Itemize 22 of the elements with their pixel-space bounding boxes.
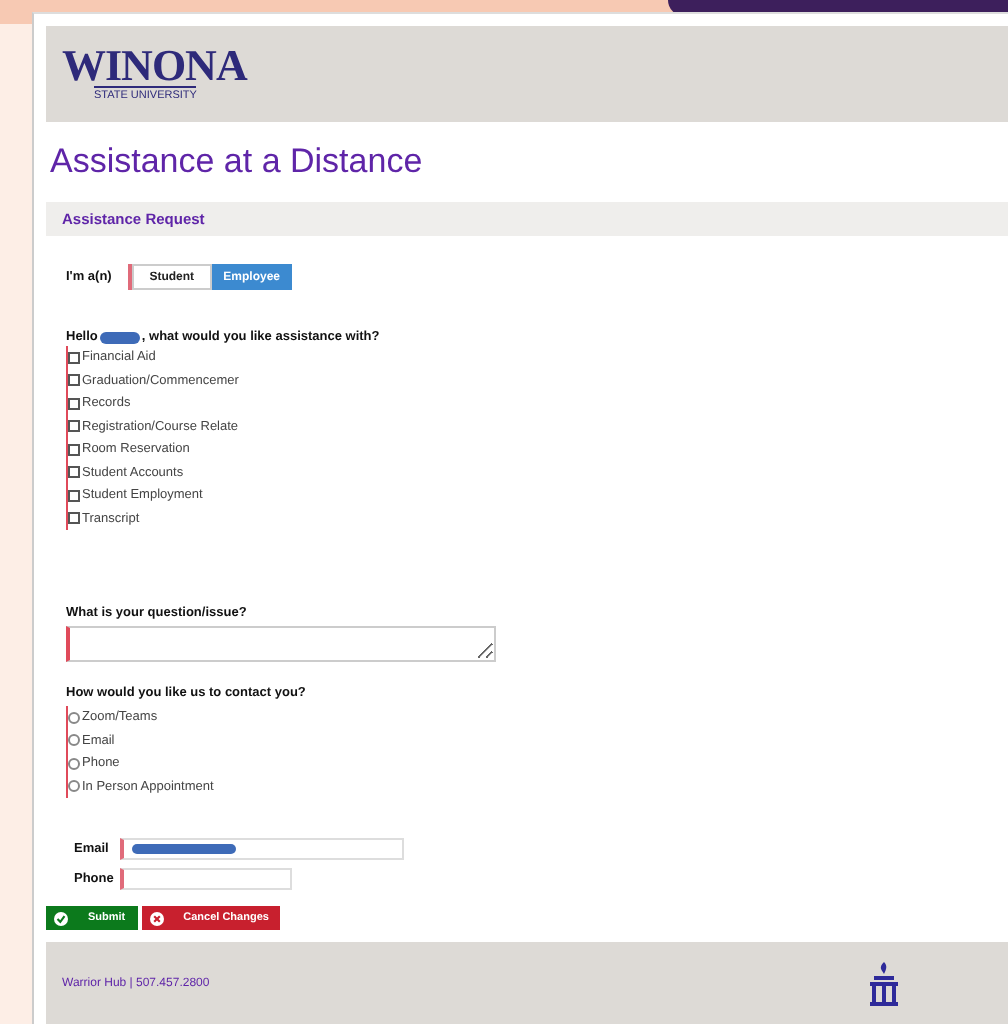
torch-logo-icon <box>868 959 900 1007</box>
checkbox[interactable] <box>68 512 80 525</box>
page-title: Assistance at a Distance <box>50 142 425 182</box>
checkbox[interactable] <box>68 443 80 456</box>
input-field[interactable] <box>119 838 404 860</box>
close-icon <box>149 911 164 925</box>
radio-button[interactable] <box>68 780 80 793</box>
checkbox[interactable] <box>68 466 80 479</box>
checkbox[interactable] <box>68 374 80 387</box>
radio-button[interactable] <box>68 734 80 747</box>
input-field[interactable] <box>119 868 292 890</box>
checkbox[interactable] <box>68 489 80 502</box>
checkbox[interactable] <box>68 420 80 433</box>
redaction-mark <box>99 331 140 343</box>
checkbox[interactable] <box>68 397 80 410</box>
checkbox[interactable] <box>68 351 80 364</box>
logo-title: WINONA <box>62 46 247 86</box>
redaction-mark <box>131 844 236 854</box>
question-field[interactable] <box>66 626 496 662</box>
radio-button[interactable] <box>68 757 80 770</box>
check-icon <box>54 911 68 925</box>
radio-button[interactable] <box>68 711 80 724</box>
